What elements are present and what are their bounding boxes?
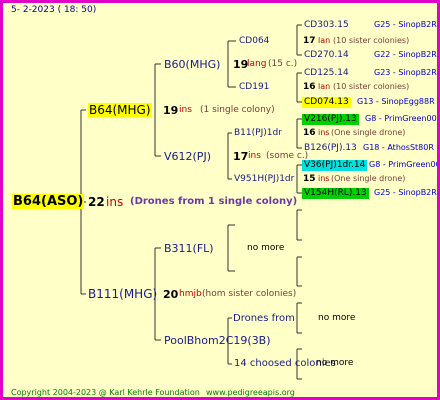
ds-gen-number: 17: [233, 150, 249, 163]
dss-name[interactable]: V951H(PJ)1dr: [234, 175, 294, 184]
g4-item-name[interactable]: CD303.15: [304, 21, 349, 30]
dam-note: (1 single colony): [200, 105, 275, 115]
g4-item-ref: G25 - SinopB2R: [374, 188, 437, 197]
queen-gen-suffix: ins: [106, 195, 124, 209]
ds-name[interactable]: V612(PJ): [164, 151, 211, 162]
g4-item-ref: G23 - SinopB2R: [374, 68, 437, 77]
dd-note: (15 c.): [268, 59, 298, 69]
queen-gen-number: 22: [88, 195, 105, 209]
pedigree-panel: 5- 2-2023 ( 18: 50) B64(ASO) 22 ins (Dro…: [0, 0, 440, 400]
dsd-name[interactable]: B11(PJ)1dr: [234, 129, 282, 138]
ddd-gen-number: 17: [303, 36, 316, 46]
queen-name[interactable]: B64(ASO): [12, 194, 85, 209]
g4-item-ref: G13 - SinopEgg88R: [357, 97, 435, 106]
sd-name[interactable]: B311(FL): [164, 243, 214, 254]
footer-site[interactable]: www.pedigreeapis.org: [206, 389, 295, 397]
dss-note: (One single drone): [331, 174, 406, 183]
dds-note: (10 sister colonies): [333, 82, 410, 91]
sire-name[interactable]: B111(MHG): [88, 288, 157, 300]
g4-item-name[interactable]: V36(PJ)1dr.14: [302, 160, 368, 171]
sire-gen-number: 20: [163, 288, 179, 301]
sire-note: (hom sister colonies): [202, 289, 297, 299]
g4-item-ref: G22 - SinopB2R: [374, 50, 437, 59]
dsd-gen-number: 16: [303, 128, 316, 138]
g4-item-name[interactable]: CD125.14: [304, 69, 349, 78]
sss-no-more: no more: [316, 358, 354, 368]
header-date: 5- 2-2023 ( 18: 50): [11, 5, 97, 15]
dds-gen-suffix: lan: [318, 82, 331, 91]
dd-gen-suffix: lang: [247, 59, 267, 69]
ss-name[interactable]: PoolBhom2C19(3B): [164, 335, 271, 346]
g4-item-ref: G25 - SinopB2R: [374, 20, 437, 29]
dds-gen-number: 16: [303, 82, 316, 92]
ssd-no-more: no more: [318, 313, 356, 323]
g4-item-name[interactable]: CD270.14: [304, 51, 349, 60]
dsd-gen-suffix: ins: [318, 128, 330, 137]
dam-name[interactable]: B64(MHG): [88, 103, 152, 117]
g4-item-ref: G8 - PrimGreen00: [365, 114, 437, 123]
ddd-gen-suffix: lan: [318, 36, 331, 45]
ssd-name[interactable]: Drones from: [233, 314, 295, 324]
g4-item-name[interactable]: B126(PJ).13: [304, 144, 357, 153]
g4-item-name[interactable]: V216(PJ).13: [302, 114, 359, 125]
g4-item-name[interactable]: CD074.13: [302, 97, 351, 108]
dsd-note: (One single drone): [331, 128, 406, 137]
footer-copyright: Copyright 2004-2023 @ Karl Kehrle Founda…: [11, 388, 200, 397]
dss-gen-number: 15: [303, 174, 316, 184]
g4-item-ref: G8 - PrimGreen00: [369, 160, 440, 169]
g4-item-name[interactable]: V154H(RL).13: [302, 188, 369, 199]
sd-no-more: no more: [247, 243, 285, 253]
dam-gen-suffix: ins: [179, 105, 192, 115]
queen-note: (Drones from 1 single colony): [130, 196, 298, 207]
dss-gen-suffix: ins: [318, 174, 330, 183]
ddd-name[interactable]: CD064: [239, 37, 269, 46]
ds-gen-suffix: ins: [248, 151, 261, 161]
dam-gen-number: 19: [163, 104, 179, 117]
sire-gen-suffix: hmjb: [179, 289, 202, 299]
g4-item-ref: G18 - AthosSt80R: [363, 143, 434, 152]
dds-name[interactable]: CD191: [239, 83, 269, 92]
ddd-note: (10 sister colonies): [333, 36, 410, 45]
dd-name[interactable]: B60(MHG): [164, 59, 220, 70]
